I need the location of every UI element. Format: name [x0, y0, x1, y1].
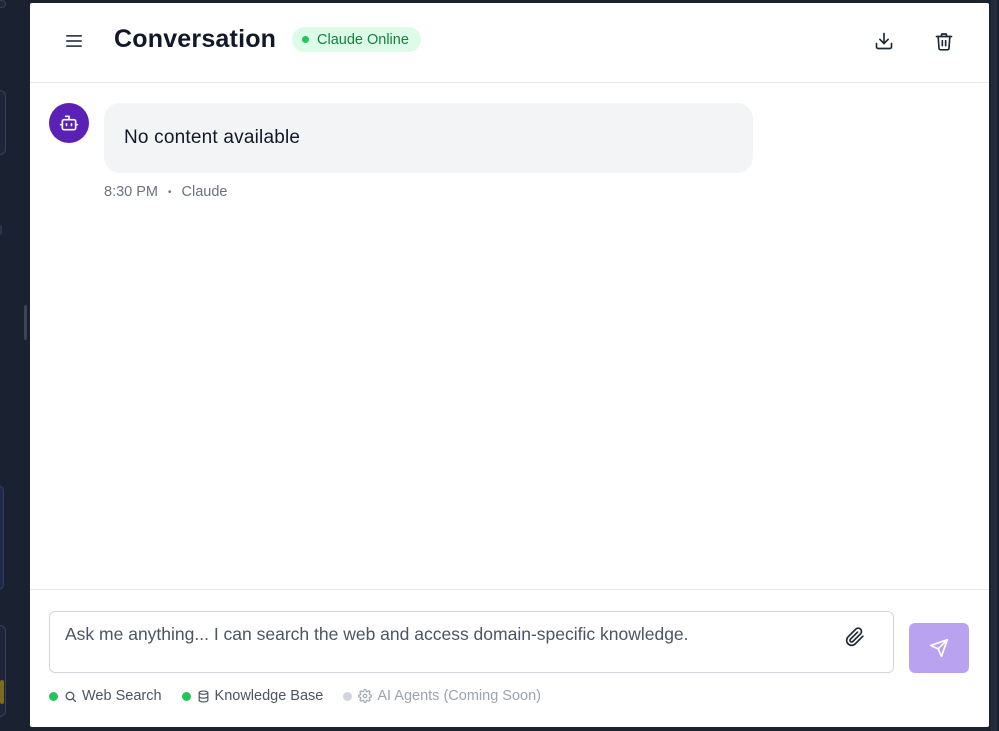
message-author: Claude — [181, 184, 228, 200]
avatar — [49, 103, 89, 143]
menu-button[interactable] — [60, 27, 88, 55]
status-badge: Claude Online — [292, 27, 421, 52]
tool-label: Web Search — [82, 688, 162, 704]
tool-web-search[interactable]: Web Search — [49, 688, 162, 704]
tool-status-dot — [343, 691, 353, 701]
background-highlight — [0, 485, 4, 590]
message-bubble: No content available — [104, 103, 753, 173]
delete-button[interactable] — [929, 26, 959, 56]
send-button[interactable] — [909, 623, 969, 673]
download-icon — [875, 32, 893, 50]
tool-knowledge-base[interactable]: Knowledge Base — [181, 688, 324, 704]
composer: Web Search Knowledge Base AI Agents (Com… — [30, 589, 989, 727]
download-button[interactable] — [869, 26, 899, 56]
paperclip-icon — [845, 627, 864, 647]
search-icon — [64, 690, 77, 703]
message-input[interactable] — [50, 612, 830, 672]
meta-separator: • — [168, 186, 172, 198]
status-label: Claude Online — [317, 31, 409, 48]
message-meta: 8:30 PM • Claude — [104, 184, 227, 200]
tool-label: AI Agents (Coming Soon) — [377, 688, 541, 704]
background-panel — [0, 90, 6, 155]
page-title: Conversation — [114, 25, 277, 53]
message-list: No content available 8:30 PM • Claude — [30, 84, 989, 589]
tool-status-dot — [181, 691, 191, 701]
tool-status-dot — [49, 691, 58, 701]
background-divider — [0, 225, 2, 235]
send-icon — [929, 638, 949, 658]
message-text: No content available — [124, 127, 301, 148]
message-input-container — [49, 611, 894, 673]
attach-button[interactable] — [842, 624, 868, 650]
scrollbar[interactable] — [991, 0, 997, 731]
gear-icon — [358, 689, 373, 703]
chat-window: Conversation Claude Online No content av… — [30, 3, 989, 727]
robot-icon — [59, 115, 79, 131]
window-right-edge — [989, 0, 999, 731]
resize-handle[interactable] — [24, 305, 27, 340]
tool-ai-agents: AI Agents (Coming Soon) — [343, 688, 541, 704]
hamburger-menu-icon — [66, 35, 82, 47]
background-indicator — [0, 680, 4, 704]
tool-label: Knowledge Base — [214, 688, 324, 704]
tool-status-bar: Web Search Knowledge Base AI Agents (Com… — [49, 685, 561, 707]
trash-icon — [935, 32, 953, 51]
online-status-dot — [302, 36, 309, 43]
background-sidebar — [0, 0, 30, 731]
background-panel — [0, 0, 6, 8]
chat-header: Conversation Claude Online — [30, 3, 989, 83]
database-icon — [197, 689, 210, 703]
message-time: 8:30 PM — [104, 184, 158, 200]
